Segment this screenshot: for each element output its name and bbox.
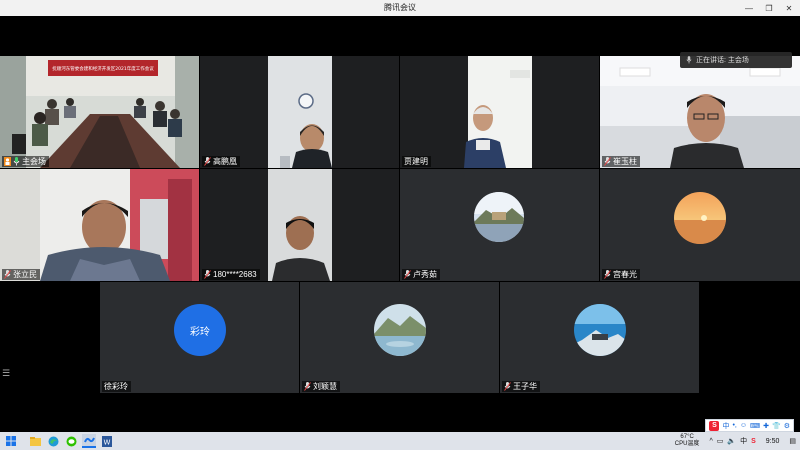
speaking-indicator: 正在讲话: 主会场 <box>680 52 792 68</box>
cpu-temp-value: 67°C <box>680 434 694 440</box>
video-feed-main-room: 抚顺河东管委会建和经济开发区2021年度工作会议 <box>0 56 199 168</box>
video-feed-participant-4 <box>600 56 800 168</box>
mic-icon <box>404 270 411 279</box>
tencent-meeting-icon[interactable] <box>82 434 96 448</box>
notification-icon[interactable]: ▤ <box>789 437 796 445</box>
mic-icon <box>604 270 611 279</box>
taskbar: W 67°C CPU温度 ^ ▭ 🔈 中 S 9:50 ▤ <box>0 432 800 450</box>
network-icon[interactable]: ▭ <box>717 437 724 445</box>
volume-icon[interactable]: 🔈 <box>727 437 736 445</box>
ime-logo-icon: S <box>709 420 720 431</box>
video-tile-participant-4[interactable]: 崔玉柱 <box>600 56 800 168</box>
word-icon[interactable]: W <box>100 434 114 448</box>
speaking-text: 正在讲话: 主会场 <box>696 57 749 64</box>
participant-name: 主会场 <box>22 157 46 166</box>
video-feed-participant-2 <box>200 56 399 168</box>
avatar <box>674 192 726 244</box>
mic-icon <box>204 270 211 279</box>
mic-icon <box>686 56 692 64</box>
mic-icon <box>4 270 11 279</box>
mic-icon <box>304 382 311 391</box>
sogou-icon[interactable]: S <box>751 438 756 445</box>
mic-icon <box>604 157 611 166</box>
ime-punct[interactable]: •, <box>732 422 736 429</box>
avatar <box>474 192 524 242</box>
avatar-initials: 彩玲 <box>190 326 210 338</box>
participant-label: 高鹏凰 <box>202 156 240 167</box>
video-tile-main-room[interactable]: 抚顺河东管委会建和经济开发区2021年度工作会议 主会场 <box>0 56 199 168</box>
video-tile-participant-11[interactable]: 王子华 <box>500 282 699 393</box>
participant-label: 徐彩玲 <box>102 381 131 392</box>
participant-name: 180****2683 <box>213 270 257 279</box>
participant-label: 主会场 <box>2 156 49 167</box>
participant-label: 180****2683 <box>202 269 260 280</box>
participant-name: 宫春光 <box>613 270 637 279</box>
participant-name: 刘颖慧 <box>313 382 337 391</box>
keyboard-icon[interactable]: ⌨ <box>750 422 760 430</box>
meeting-banner: 抚顺河东管委会建和经济开发区2021年度工作会议 <box>52 65 154 72</box>
participant-name: 徐彩玲 <box>104 382 128 391</box>
participant-label: 卢秀茹 <box>402 269 440 280</box>
participant-name: 贾建明 <box>404 157 428 166</box>
participant-name: 崔玉柱 <box>613 157 637 166</box>
video-feed-participant-5 <box>0 169 199 281</box>
close-button[interactable]: ✕ <box>784 4 794 13</box>
cpu-temperature[interactable]: 67°C CPU温度 <box>675 434 700 448</box>
video-feed-participant-3 <box>400 56 599 168</box>
video-tile-participant-7[interactable]: 卢秀茹 <box>400 169 599 281</box>
video-tile-participant-2[interactable]: 高鹏凰 <box>200 56 399 168</box>
windows-start-icon[interactable] <box>4 434 18 448</box>
mic-icon <box>204 157 211 166</box>
participant-label: 张立民 <box>2 269 40 280</box>
participant-name: 张立民 <box>13 270 37 279</box>
member-list-toggle-icon[interactable]: ☰ <box>2 368 12 380</box>
participant-label: 崔玉柱 <box>602 156 640 167</box>
avatar <box>374 304 426 356</box>
video-tile-participant-9[interactable]: 彩玲 徐彩玲 <box>100 282 299 393</box>
avatar: 彩玲 <box>174 304 226 356</box>
tray-expand-icon[interactable]: ^ <box>709 438 712 445</box>
video-gallery: 抚顺河东管委会建和经济开发区2021年度工作会议 主会场 高鹏凰 贾建明 崔玉柱… <box>0 16 800 432</box>
skin-icon[interactable]: 👕 <box>772 422 781 430</box>
wechat-icon[interactable] <box>64 434 78 448</box>
participant-label: 贾建明 <box>402 156 431 167</box>
window-title: 腾讯会议 <box>384 3 416 12</box>
maximize-button[interactable]: ❐ <box>764 4 774 13</box>
clock[interactable]: 9:50 <box>766 438 780 445</box>
system-tray: 67°C CPU温度 ^ ▭ 🔈 中 S 9:50 ▤ <box>675 432 796 450</box>
participant-label: 宫春光 <box>602 269 640 280</box>
participant-name: 高鹏凰 <box>213 157 237 166</box>
video-tile-participant-5[interactable]: 张立民 <box>0 169 199 281</box>
video-tile-participant-6[interactable]: 180****2683 <box>200 169 399 281</box>
participant-label: 王子华 <box>502 381 540 392</box>
emoji-icon[interactable]: ☺ <box>740 422 747 429</box>
participant-name: 卢秀茹 <box>413 270 437 279</box>
video-tile-participant-10[interactable]: 刘颖慧 <box>300 282 499 393</box>
toolbox-icon[interactable]: ✚ <box>763 422 769 430</box>
mic-icon <box>13 157 20 166</box>
file-explorer-icon[interactable] <box>28 434 42 448</box>
video-feed-participant-6 <box>200 169 399 281</box>
minimize-button[interactable]: — <box>744 4 754 13</box>
ime-toolbar[interactable]: S 中 •, ☺ ⌨ ✚ 👕 ⚙ <box>705 419 794 432</box>
edge-browser-icon[interactable] <box>46 434 60 448</box>
svg-text:W: W <box>104 438 111 446</box>
host-icon <box>4 157 11 166</box>
avatar <box>574 304 626 356</box>
ime-mode[interactable]: 中 <box>722 421 729 431</box>
window-titlebar: 腾讯会议 — ❐ ✕ <box>0 0 800 16</box>
participant-label: 刘颖慧 <box>302 381 340 392</box>
settings-icon[interactable]: ⚙ <box>784 422 790 430</box>
mic-icon <box>504 382 511 391</box>
video-tile-participant-3[interactable]: 贾建明 <box>400 56 599 168</box>
cpu-temp-label: CPU温度 <box>674 441 700 447</box>
participant-name: 王子华 <box>513 382 537 391</box>
video-tile-participant-8[interactable]: 宫春光 <box>600 169 800 281</box>
input-language[interactable]: 中 <box>740 436 747 446</box>
window-controls: — ❐ ✕ <box>744 0 794 16</box>
